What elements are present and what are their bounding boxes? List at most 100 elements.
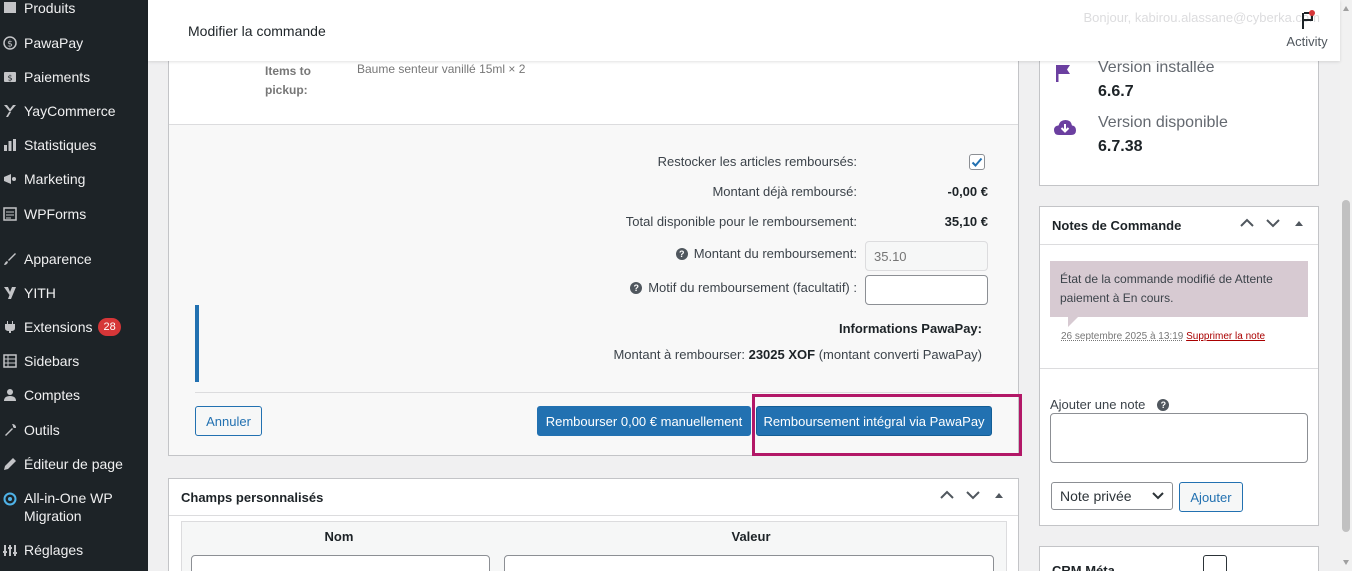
sidebar-item-label: WPForms <box>24 206 87 222</box>
sidebar-item-marketing[interactable]: Marketing <box>0 164 148 194</box>
move-down-icon[interactable] <box>966 488 980 502</box>
help-icon[interactable]: ? <box>1157 398 1170 411</box>
order-items-zone: Items to pickup: Baume senteur vanillé 1… <box>169 51 1018 125</box>
pawapay-amount-value: 23025 XOF <box>748 347 816 362</box>
crm-panel-title: CRM Méta <box>1052 563 1115 571</box>
sidebar-item-wpforms[interactable]: WPForms <box>0 199 148 229</box>
yaycommerce-icon <box>3 104 17 118</box>
sidebar-item-produits[interactable]: Produits <box>0 0 148 23</box>
available-refund-row: Total disponible pour le remboursement: … <box>169 210 1018 236</box>
page-scrollbar[interactable] <box>1340 0 1352 571</box>
column-header-name: Nom <box>324 529 354 544</box>
refund-reason-label: Motif du remboursement (facultatif) : <box>648 280 857 295</box>
scroll-down-icon[interactable] <box>1343 560 1349 565</box>
note-bubble-tail <box>1068 317 1078 327</box>
collapse-icon[interactable] <box>992 488 1006 502</box>
add-note-textarea[interactable] <box>1050 413 1308 463</box>
migration-icon <box>3 492 17 506</box>
restock-label: Restocker les articles remboursés: <box>657 154 857 169</box>
pawapay-info-title: Informations PawaPay: <box>838 321 982 336</box>
already-refunded-row: Montant déjà remboursé: -0,00 € <box>169 180 1018 206</box>
pawapay-amount-suffix: (montant converti PawaPay) <box>815 347 982 362</box>
activity-label: Activity <box>1286 34 1328 49</box>
move-up-icon[interactable] <box>940 488 954 502</box>
panel-controls <box>1240 216 1306 230</box>
delete-note-link[interactable]: Supprimer la note <box>1186 331 1265 342</box>
yith-icon <box>3 286 17 300</box>
sidebar-item-sidebars[interactable]: Sidebars <box>0 346 148 376</box>
sidebar-item-editeur-de-page[interactable]: Éditeur de page <box>0 449 148 479</box>
sidebar-item-yaycommerce[interactable]: YayCommerce <box>0 96 148 126</box>
sidebar-item-reglages[interactable]: Réglages <box>0 535 148 565</box>
help-icon[interactable]: ? <box>675 247 688 260</box>
sidebar-item-statistiques[interactable]: Statistiques <box>0 130 148 160</box>
sidebar-item-paiements[interactable]: $ Paiements <box>0 62 148 92</box>
chart-icon <box>3 138 17 152</box>
restock-checkbox[interactable] <box>969 154 985 170</box>
form-icon <box>3 207 17 221</box>
version-info-panel: Version installée 6.6.7 Version disponib… <box>1039 40 1319 186</box>
scrollbar-thumb[interactable] <box>1342 200 1350 532</box>
manual-refund-button[interactable]: Rembourser 0,00 € manuellement <box>537 406 751 436</box>
page-header: Modifier la commande Bonjour, kabirou.al… <box>148 0 1340 61</box>
sidebar-item-apparence[interactable]: Apparence <box>0 244 148 274</box>
refund-reason-label-wrap: ? Motif du remboursement (facultatif) : <box>630 280 857 295</box>
sidebar-item-extensions[interactable]: Extensions 28 <box>0 312 148 342</box>
sidebar-item-label: YayCommerce <box>24 103 116 119</box>
available-refund-value: 35,10 € <box>944 214 988 229</box>
note-type-select[interactable]: Note privée <box>1051 482 1173 510</box>
note-type-selected: Note privée <box>1060 488 1132 504</box>
panel-header-divider <box>1040 244 1318 245</box>
custom-field-name-input[interactable] <box>191 555 490 571</box>
custom-field-value-input[interactable] <box>504 555 994 571</box>
plugin-icon <box>3 320 17 334</box>
sidebar-item-comptes[interactable]: Comptes <box>0 380 148 410</box>
sidebar-item-label: Réglages <box>24 542 84 558</box>
help-icon[interactable]: ? <box>630 281 643 294</box>
sidebar-item-outils[interactable]: Outils <box>0 415 148 445</box>
megaphone-icon <box>3 172 17 186</box>
move-up-icon[interactable] <box>1240 216 1254 230</box>
order-note-meta: 26 septembre 2025 à 13:19 Supprimer la n… <box>1061 331 1265 342</box>
order-notes-panel: Notes de Commande État de la commande mo… <box>1039 206 1319 526</box>
payment-icon: $ <box>3 70 17 84</box>
refund-zone: Restocker les articles remboursés: Monta… <box>169 125 1022 456</box>
box-icon <box>3 1 17 15</box>
pawapay-amount-prefix: Montant à rembourser: <box>613 347 749 362</box>
add-note-button[interactable]: Ajouter <box>1179 482 1243 512</box>
cloud-download-icon <box>1054 120 1076 135</box>
svg-text:$: $ <box>7 40 13 50</box>
update-count-badge: 28 <box>98 318 121 336</box>
refund-reason-input[interactable] <box>865 275 988 305</box>
sidebar-item-all-in-one-wp-migration[interactable]: All-in-One WP Migration <box>0 489 148 529</box>
panel-header-divider <box>169 515 1018 516</box>
restock-row: Restocker les articles remboursés: <box>169 150 1018 176</box>
move-down-icon[interactable] <box>1266 216 1280 230</box>
sidebar-item-label: Extensions <box>24 319 93 335</box>
sidebar-item-label: Paiements <box>24 69 91 85</box>
activity-button[interactable]: Activity <box>1285 10 1329 49</box>
refund-amount-row: ? Montant du remboursement: <box>169 241 1018 271</box>
sidebar-item-yith[interactable]: YITH <box>0 278 148 308</box>
collapse-icon[interactable] <box>1292 216 1306 230</box>
chevron-down-icon <box>1152 492 1164 500</box>
grid-icon <box>3 354 17 368</box>
available-refund-label: Total disponible pour le remboursement: <box>625 214 857 229</box>
sidebar-item-pawapay[interactable]: $ PawaPay <box>0 28 148 58</box>
sidebar-item-label: Sidebars <box>24 353 80 369</box>
page-title: Modifier la commande <box>188 23 326 39</box>
already-refunded-label: Montant déjà remboursé: <box>712 184 857 199</box>
refund-amount-label: Montant du remboursement: <box>693 246 857 261</box>
custom-fields-panel: Champs personnalisés Nom Valeur <box>168 478 1019 571</box>
pencil-icon <box>3 457 17 471</box>
refund-actions-divider <box>195 392 992 393</box>
crm-action-icon[interactable] <box>1203 555 1227 571</box>
user-icon <box>3 388 17 402</box>
activity-flag-icon <box>1302 10 1315 29</box>
refund-amount-input[interactable] <box>865 241 988 271</box>
installed-version-label: Version installée <box>1098 59 1215 76</box>
scroll-up-icon[interactable] <box>1343 6 1349 11</box>
order-note-content: État de la commande modifié de Attente p… <box>1050 261 1308 317</box>
sidebar-item-label: Comptes <box>24 387 81 403</box>
cancel-button[interactable]: Annuler <box>195 406 262 436</box>
